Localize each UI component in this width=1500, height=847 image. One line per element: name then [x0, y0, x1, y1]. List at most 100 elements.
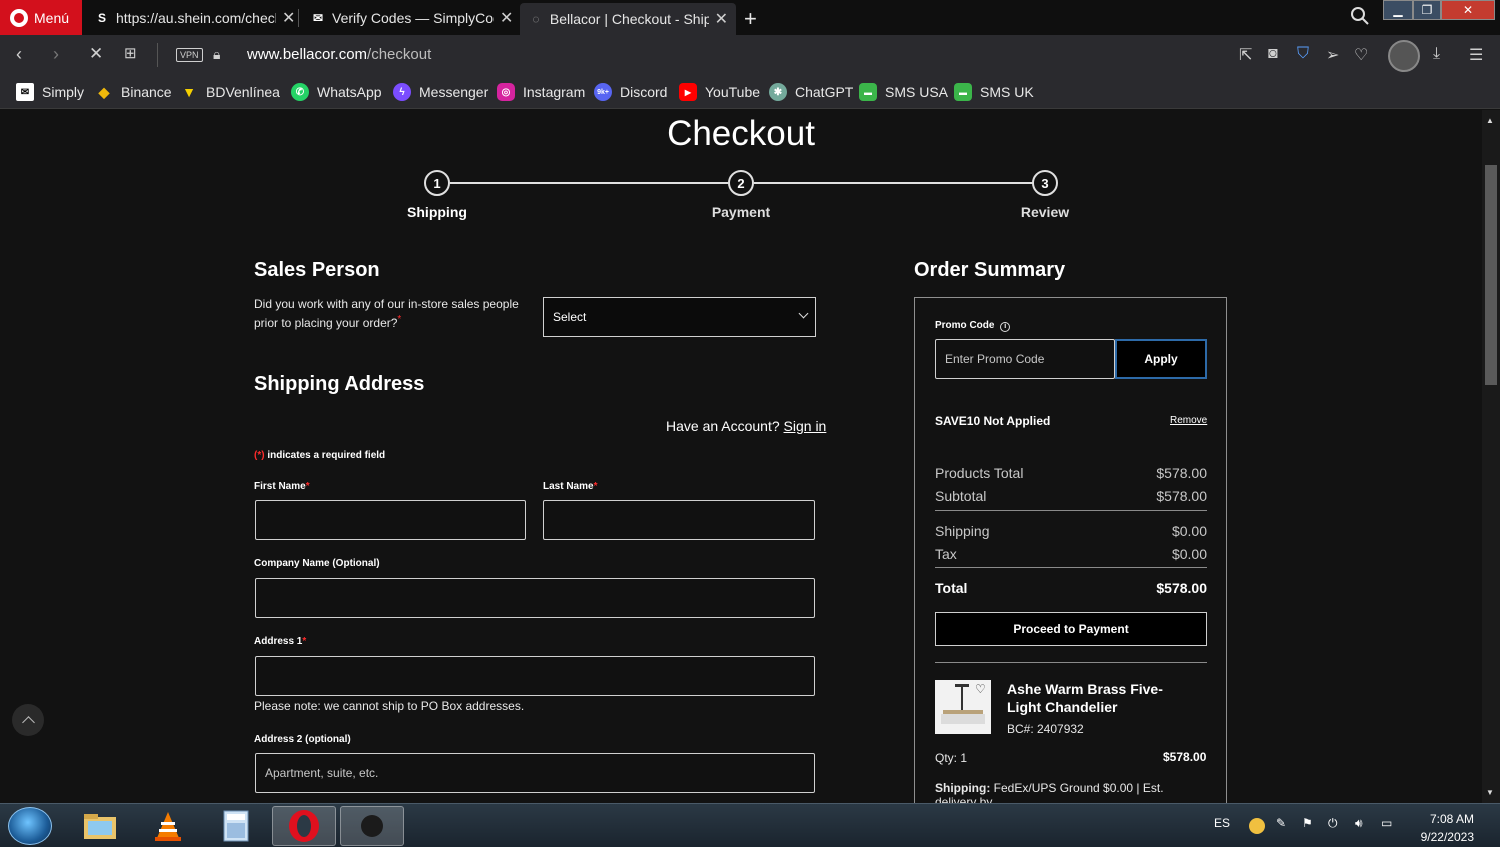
- scroll-up-icon[interactable]: ▲: [1486, 116, 1494, 125]
- chatgpt-icon: ✱: [769, 83, 787, 101]
- address1-field[interactable]: [255, 656, 815, 696]
- taskbar-calculator[interactable]: [204, 806, 268, 846]
- last-name-input[interactable]: [544, 501, 814, 539]
- step-review-dot[interactable]: 3: [1032, 170, 1058, 196]
- step-shipping-label[interactable]: Shipping: [377, 204, 497, 220]
- tray-app-icon[interactable]: [1249, 818, 1265, 834]
- address-bar-row: ‹ › ✕ ⊞ VPN 🔒︎ www.bellacor.com/checkout…: [0, 35, 1500, 75]
- product-name[interactable]: Ashe Warm Brass Five-Light Chandelier: [1007, 680, 1197, 716]
- bookmark-youtube[interactable]: ▶ YouTube: [679, 83, 760, 101]
- clock[interactable]: 7:08 AM 9/22/2023: [1418, 810, 1474, 846]
- toolbar-divider: [157, 43, 158, 67]
- bookmark-sms-usa[interactable]: ▬ SMS USA: [859, 83, 948, 101]
- label-text: First Name: [254, 481, 306, 492]
- step-shipping-dot[interactable]: 1: [424, 170, 450, 196]
- tab-shein[interactable]: S https://au.shein.com/checkout ✕: [86, 3, 303, 33]
- close-tab-icon[interactable]: ✕: [282, 8, 295, 28]
- promo-code-input[interactable]: [936, 340, 1114, 378]
- back-to-top-button[interactable]: [12, 704, 44, 736]
- tray-power-icon[interactable]: ⏻: [1328, 816, 1338, 831]
- bookmark-whatsapp[interactable]: ✆ WhatsApp: [291, 83, 382, 101]
- heart-icon[interactable]: ♡: [1354, 45, 1368, 65]
- step-payment-dot[interactable]: 2: [728, 170, 754, 196]
- taskbar-opera[interactable]: [272, 806, 336, 846]
- close-tab-icon[interactable]: ✕: [500, 8, 513, 28]
- bookmark-sms-uk[interactable]: ▬ SMS UK: [954, 83, 1034, 101]
- opera-menu-button[interactable]: Menú: [0, 0, 82, 35]
- loading-spinner-icon: ◌: [532, 12, 540, 26]
- taskbar-app-window[interactable]: [340, 806, 404, 846]
- stop-loading-icon[interactable]: ✕: [89, 44, 103, 64]
- new-tab-plus-icon[interactable]: +: [744, 6, 757, 32]
- scroll-down-icon[interactable]: ▼: [1486, 788, 1494, 797]
- tab-search-icon[interactable]: [1350, 6, 1370, 26]
- remove-promo-link[interactable]: Remove: [1170, 415, 1207, 426]
- bookmark-instagram[interactable]: ◎ Instagram: [497, 83, 585, 101]
- promo-code-label: Promo Code i: [935, 320, 1011, 332]
- proceed-to-payment-button[interactable]: Proceed to Payment: [935, 612, 1207, 646]
- address2-field[interactable]: [255, 753, 815, 793]
- url-field[interactable]: www.bellacor.com/checkout: [247, 46, 431, 63]
- company-name-field[interactable]: [255, 578, 815, 618]
- address2-input[interactable]: [256, 754, 814, 792]
- chevron-down-icon: [798, 308, 809, 319]
- download-icon[interactable]: ⤓: [1433, 45, 1440, 63]
- start-button[interactable]: [8, 807, 52, 845]
- bookmark-label: Messenger: [419, 84, 489, 100]
- camera-icon[interactable]: ◙: [1268, 45, 1278, 63]
- volume-icon[interactable]: 🔊︎: [1355, 816, 1363, 831]
- tab-simplycodes[interactable]: ✉ Verify Codes — SimplyCodes ✕: [302, 3, 521, 33]
- sales-person-select[interactable]: Select: [543, 297, 816, 337]
- sign-in-link[interactable]: Sign in: [784, 418, 827, 434]
- bookmark-chatgpt[interactable]: ✱ ChatGPT: [769, 83, 853, 101]
- first-name-input[interactable]: [256, 501, 525, 539]
- bookmark-binance[interactable]: ◆ Binance: [95, 83, 172, 101]
- address1-label: Address 1*: [254, 636, 306, 647]
- taskbar-explorer[interactable]: [68, 806, 132, 846]
- network-icon[interactable]: ▭: [1381, 816, 1392, 830]
- vpn-badge[interactable]: VPN: [176, 48, 203, 62]
- profile-avatar[interactable]: [1388, 40, 1420, 72]
- question-text: Did you work with any of our in-store sa…: [254, 297, 519, 330]
- shipping-row: Shipping $0.00: [935, 523, 1207, 539]
- instagram-icon: ◎: [497, 83, 515, 101]
- company-name-input[interactable]: [256, 579, 814, 617]
- forward-arrow-icon[interactable]: ›: [53, 44, 59, 65]
- address1-input[interactable]: [256, 657, 814, 695]
- product-qty: Qty: 1: [935, 751, 968, 765]
- easy-setup-icon[interactable]: ☰: [1469, 45, 1483, 65]
- back-arrow-icon[interactable]: ‹: [16, 44, 22, 65]
- language-indicator[interactable]: ES: [1214, 816, 1230, 830]
- product-thumbnail[interactable]: ♡: [935, 680, 991, 734]
- step-review-label[interactable]: Review: [985, 204, 1105, 220]
- first-name-field[interactable]: [255, 500, 526, 540]
- share-icon[interactable]: ⇱: [1239, 45, 1252, 65]
- lock-icon[interactable]: 🔒︎: [213, 46, 220, 63]
- tab-grid-icon[interactable]: ⊞: [124, 44, 137, 62]
- page-scrollbar[interactable]: ▲ ▼: [1482, 110, 1500, 803]
- opera-icon: [289, 810, 319, 842]
- step-payment-label[interactable]: Payment: [681, 204, 801, 220]
- bookmark-discord[interactable]: 9k+ Discord: [594, 83, 667, 101]
- bookmark-messenger[interactable]: ϟ Messenger: [393, 83, 488, 101]
- info-icon[interactable]: i: [1000, 322, 1011, 332]
- last-name-field[interactable]: [543, 500, 815, 540]
- send-icon[interactable]: ➢: [1326, 45, 1339, 65]
- tab-bellacor[interactable]: ◌ Bellacor | Checkout - Shipping ✕: [520, 3, 736, 35]
- tray-feather-icon[interactable]: ✎: [1276, 816, 1286, 830]
- scrollbar-thumb[interactable]: [1485, 165, 1497, 385]
- wishlist-heart-icon[interactable]: ♡: [975, 682, 986, 696]
- action-center-flag-icon[interactable]: ⚑: [1302, 816, 1313, 830]
- shield-icon[interactable]: ⛉: [1297, 45, 1309, 63]
- close-window-button[interactable]: ✕: [1441, 0, 1495, 20]
- select-value: Select: [553, 310, 587, 324]
- apply-promo-button[interactable]: Apply: [1115, 339, 1207, 379]
- shein-favicon-icon: S: [97, 11, 106, 25]
- bookmark-simply[interactable]: ✉ Simply: [16, 83, 84, 101]
- bookmark-bdvenlinea[interactable]: ▼ BDVenlínea: [180, 83, 280, 101]
- close-tab-icon[interactable]: ✕: [715, 9, 728, 29]
- promo-code-field[interactable]: [935, 339, 1115, 379]
- taskbar-vlc[interactable]: [136, 806, 200, 846]
- restore-button[interactable]: ❐: [1413, 0, 1441, 20]
- minimize-button[interactable]: ▁: [1383, 0, 1413, 20]
